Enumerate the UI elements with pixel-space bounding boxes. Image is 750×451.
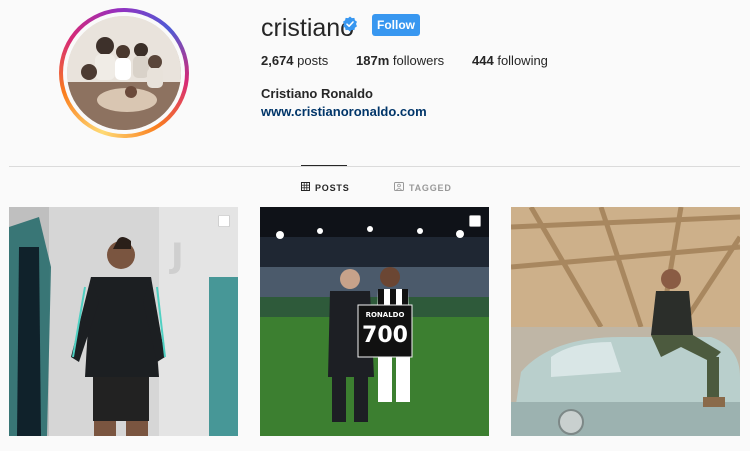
posts-count: 2,674 [261,53,294,68]
profile-full-name: Cristiano Ronaldo [261,86,373,101]
followers-count: 187m [356,53,390,68]
post-image: J [9,207,238,436]
posts-label: posts [297,53,329,68]
active-tab-indicator [301,165,347,166]
jersey-number: 700 [362,323,408,348]
followers-stat[interactable]: 187m followers [356,53,444,68]
tag-icon [394,182,404,193]
tab-posts-label: POSTS [315,182,350,193]
avatar-border [63,12,185,134]
profile-avatar-ring[interactable] [59,8,189,138]
profile-username: cristiano [261,14,355,42]
tab-tagged-label: TAGGED [409,182,452,193]
avatar[interactable] [67,16,181,130]
tabs-divider [9,166,740,167]
tab-posts[interactable]: POSTS [301,182,350,193]
tab-tagged[interactable]: TAGGED [394,182,452,193]
post-thumbnail[interactable]: RONALDO 700 [260,207,489,436]
following-count: 444 [472,53,494,68]
post-image [511,207,740,436]
avatar-photo [67,16,181,130]
verified-badge-icon [342,16,358,32]
profile-website-link[interactable]: www.cristianoronaldo.com [261,104,427,119]
multiple-images-icon [218,214,230,227]
post-thumbnail[interactable] [511,207,740,436]
multiple-images-icon [469,214,481,227]
svg-text:J: J [169,236,184,276]
followers-label: followers [392,53,445,68]
posts-stat: 2,674 posts [261,53,328,68]
grid-icon [301,182,310,193]
following-label: following [497,53,548,68]
post-thumbnail[interactable]: J [9,207,238,436]
follow-button[interactable]: Follow [372,14,420,36]
following-stat[interactable]: 444 following [472,53,548,68]
post-image: RONALDO 700 [260,207,489,436]
jersey-name: RONALDO [366,311,405,319]
